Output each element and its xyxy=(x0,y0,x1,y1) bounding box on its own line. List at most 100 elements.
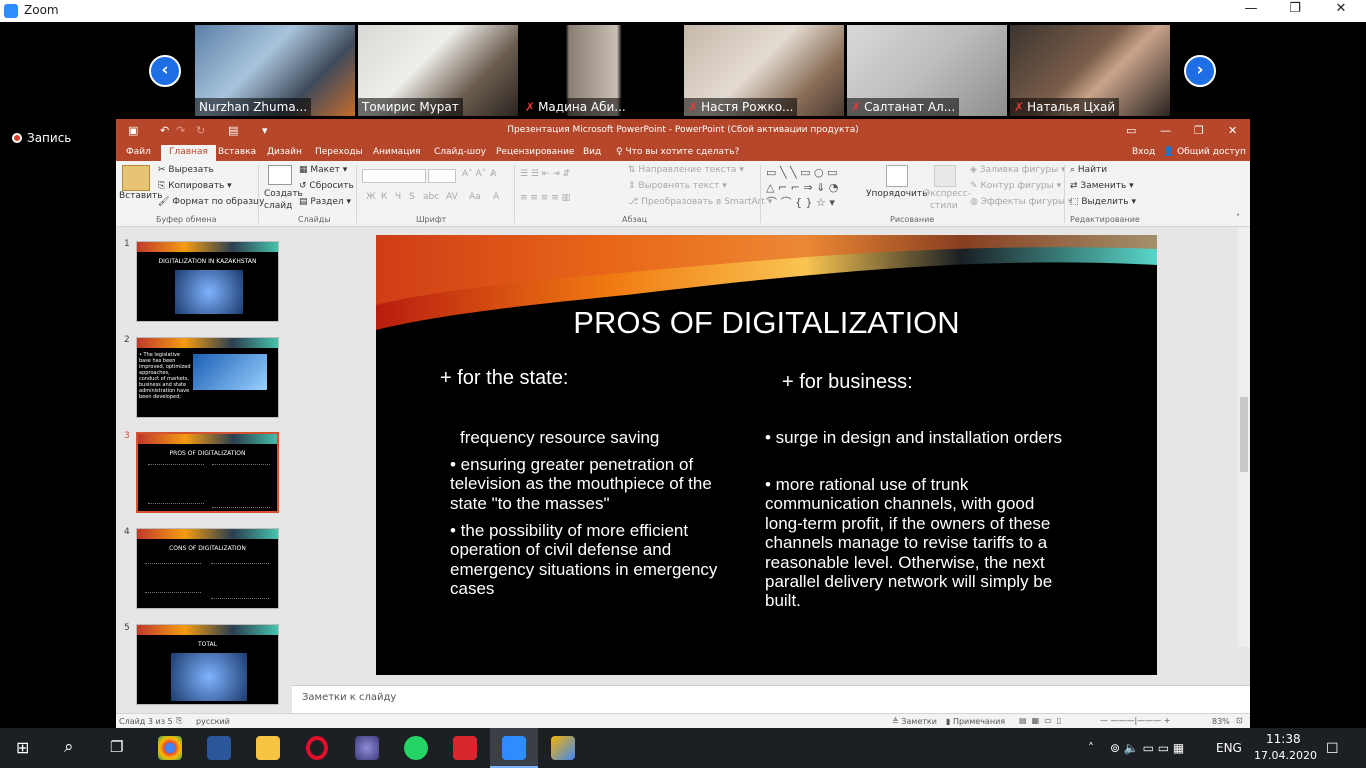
notes-pane[interactable]: Заметки к слайду xyxy=(292,685,1250,713)
participant-tile[interactable]: ✗ Мадина Аби... xyxy=(521,25,681,116)
tab-insert[interactable]: Вставка xyxy=(218,147,256,157)
slide-thumbnail[interactable]: TOTAL xyxy=(136,624,279,705)
font-name-input[interactable] xyxy=(362,169,426,183)
slide-thumbnail[interactable]: DIGITALIZATION IN KAZAKHSTAN xyxy=(136,241,279,322)
scroll-thumb[interactable] xyxy=(1240,397,1248,472)
maximize-button[interactable]: ❐ xyxy=(1280,1,1310,16)
tab-view[interactable]: Вид xyxy=(583,147,601,157)
change-case-button[interactable]: Aa xyxy=(469,192,481,202)
language-indicator[interactable]: русский xyxy=(196,717,230,726)
app-icon[interactable] xyxy=(355,736,379,760)
clock-time[interactable]: 11:38 xyxy=(1266,732,1301,746)
spacing-button[interactable]: AV xyxy=(446,192,458,202)
search-icon[interactable]: ⌕ xyxy=(64,737,74,757)
tray-chevron-icon[interactable]: ˄ xyxy=(1088,741,1094,755)
collapse-ribbon-icon[interactable]: ˄ xyxy=(1236,213,1240,222)
copy-button[interactable]: ⎘ Копировать ▾ xyxy=(158,181,232,191)
slide-canvas[interactable]: PROS OF DIGITALIZATION + for the state: … xyxy=(376,235,1157,675)
vertical-scrollbar[interactable] xyxy=(1238,227,1250,647)
align-text-button[interactable]: ⇕ Выровнять текст ▾ xyxy=(628,181,727,191)
find-button[interactable]: ⌕ Найти xyxy=(1070,165,1107,175)
whatsapp-icon[interactable] xyxy=(404,736,428,760)
participant-tile[interactable]: ✗ Настя Рожко... xyxy=(684,25,844,116)
tab-file[interactable]: Файл xyxy=(126,147,151,157)
select-button[interactable]: ⬚ Выделить ▾ xyxy=(1070,197,1136,207)
sign-in-link[interactable]: Вход xyxy=(1132,147,1155,157)
shape-effects-button[interactable]: ◍ Эффекты фигуры ▾ xyxy=(970,197,1072,207)
slide-thumbnail[interactable]: • The legislative base has been improved… xyxy=(136,337,279,418)
zoom-slider[interactable]: — ———|——— + xyxy=(1100,716,1170,725)
zoom-taskbar-active[interactable] xyxy=(490,728,538,768)
tell-me-box[interactable]: ♀ Что вы хотите сделать? xyxy=(616,147,739,157)
font-grow-button[interactable]: A˄ A˅ xyxy=(462,169,486,179)
cut-button[interactable]: ✂ Вырезать xyxy=(158,165,214,175)
close-button[interactable]: ✕ xyxy=(1326,1,1356,16)
notifications-icon[interactable]: ☐ xyxy=(1326,741,1339,757)
clock-date[interactable]: 17.04.2020 xyxy=(1254,749,1317,762)
new-slide-button-2[interactable]: слайд xyxy=(264,201,292,211)
shape-fill-button[interactable]: ◈ Заливка фигуры ▾ xyxy=(970,165,1066,175)
ppt-minimize-button[interactable]: — xyxy=(1160,124,1171,137)
participant-tile[interactable]: Nurzhan Zhuma... xyxy=(195,25,355,116)
zoom-level[interactable]: 83% xyxy=(1212,717,1230,726)
comments-toggle[interactable]: ▮ Примечания xyxy=(946,717,1005,726)
spellcheck-icon[interactable]: ⎘ xyxy=(176,716,182,726)
layout-button[interactable]: ▦ Макет ▾ xyxy=(299,165,347,175)
tab-animations[interactable]: Анимация xyxy=(373,147,421,157)
input-language[interactable]: ENG xyxy=(1216,741,1242,755)
underline-button[interactable]: Ч xyxy=(395,192,401,202)
windows-start-icon[interactable]: ⊞ xyxy=(16,738,29,757)
task-view-icon[interactable]: ❐ xyxy=(110,738,123,756)
tab-design[interactable]: Дизайн xyxy=(267,147,302,157)
shape-outline-button[interactable]: ✎ Контур фигуры ▾ xyxy=(970,181,1061,191)
minimize-button[interactable]: — xyxy=(1236,1,1266,16)
italic-button[interactable]: К xyxy=(381,192,387,202)
quick-styles-button[interactable]: Экспресс- xyxy=(924,189,971,199)
chrome-icon[interactable] xyxy=(158,736,182,760)
reset-button[interactable]: ↺ Сбросить xyxy=(299,181,354,191)
fit-to-window-icon[interactable]: ⊡ xyxy=(1236,716,1243,725)
arrange-icon[interactable] xyxy=(886,165,908,187)
view-buttons[interactable]: ▤ ▦ ▭ ▯ xyxy=(1019,716,1061,725)
smartart-button[interactable]: ⎇ Преобразовать в SmartArt ▾ xyxy=(628,197,772,207)
align-buttons[interactable]: ≡ ≡ ≡ ≡ ▥ xyxy=(520,193,570,203)
quick-styles-icon[interactable] xyxy=(934,165,956,187)
bullets-button[interactable]: ☰ ☰ ⇤ ⇥ ⇵ xyxy=(520,169,570,179)
paste-button[interactable]: Вставить xyxy=(119,191,163,201)
pdf-reader-icon[interactable] xyxy=(453,736,477,760)
font-size-input[interactable] xyxy=(428,169,456,183)
participant-tile[interactable]: ✗ Наталья Цхай xyxy=(1010,25,1170,116)
font-color-button[interactable]: A xyxy=(493,192,499,202)
quick-styles-button-2[interactable]: стили xyxy=(930,201,958,211)
replace-button[interactable]: ⇄ Заменить ▾ xyxy=(1070,181,1134,191)
file-explorer-icon[interactable] xyxy=(256,736,280,760)
prev-page-button[interactable]: ‹ xyxy=(149,55,181,87)
shapes-gallery[interactable]: ▭ ╲ ╲ ▭ ○ ▭ △ ⌐ ⌐ ⇒ ⇓ ◔ ⌒ ⌒ { } ☆ ▾ xyxy=(766,165,858,213)
tray-icons[interactable]: ⊚ 🔈 ▭ ▭ ▦ xyxy=(1110,741,1184,755)
share-button[interactable]: 👤 Общий доступ xyxy=(1163,147,1246,157)
recording-indicator[interactable]: Запись xyxy=(12,131,71,145)
participant-tile[interactable]: ✗ Салтанат Ал... xyxy=(847,25,1007,116)
format-painter-button[interactable]: 🖌 Формат по образцу xyxy=(158,197,264,207)
clear-formatting-button[interactable]: A̷ xyxy=(490,169,496,179)
participant-tile[interactable]: Томирис Мурат xyxy=(358,25,518,116)
next-page-button[interactable]: › xyxy=(1184,55,1216,87)
tab-home[interactable]: Главная xyxy=(161,145,216,161)
bold-button[interactable]: Ж xyxy=(366,192,376,202)
slide-thumbnail-selected[interactable]: PROS OF DIGITALIZATION xyxy=(136,432,279,513)
word-icon[interactable] xyxy=(207,736,231,760)
shadow-button[interactable]: S xyxy=(409,192,415,202)
paint-icon[interactable] xyxy=(551,736,575,760)
section-button[interactable]: ▤ Раздел ▾ xyxy=(299,197,351,207)
tab-slideshow[interactable]: Слайд-шоу xyxy=(434,147,486,157)
tab-transitions[interactable]: Переходы xyxy=(315,147,363,157)
opera-icon[interactable] xyxy=(306,736,328,760)
slide-thumbnail[interactable]: CONS OF DIGITALIZATION xyxy=(136,528,279,609)
ribbon-options-icon[interactable]: ▭ xyxy=(1126,124,1136,137)
arrange-button[interactable]: Упорядочить xyxy=(866,189,927,199)
tab-review[interactable]: Рецензирование xyxy=(496,147,574,157)
new-slide-button[interactable]: Создать xyxy=(264,189,303,199)
paste-icon[interactable] xyxy=(122,165,150,191)
text-direction-button[interactable]: ⇅ Направление текста ▾ xyxy=(628,165,744,175)
new-slide-icon[interactable] xyxy=(268,165,292,185)
